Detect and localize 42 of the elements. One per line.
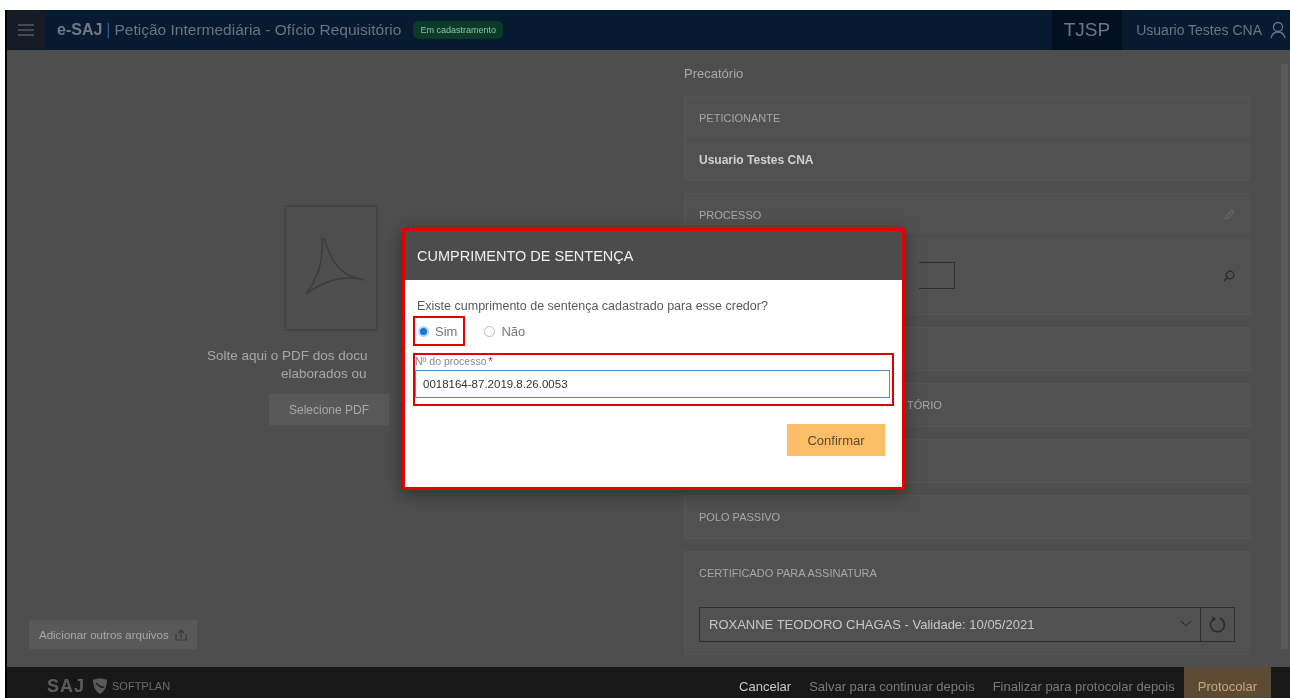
shield-logo-icon (91, 677, 109, 695)
search-icon[interactable] (1223, 269, 1235, 282)
process-number-field[interactable]: 0018164-87.2019.8.26.0053 (415, 370, 890, 398)
drop-instructions: elaborados ou (281, 366, 367, 381)
drop-instructions: Solte aqui o PDF dos docu (207, 348, 368, 363)
radio-option[interactable]: Não (479, 316, 534, 346)
refresh-icon (1208, 615, 1227, 633)
footer-link[interactable]: Cancelar (730, 667, 801, 698)
section-label: PETICIONANTE (699, 112, 781, 124)
user-name[interactable]: Usuario Testes CNA (1136, 22, 1262, 38)
section-label: TÓRIO (907, 399, 942, 411)
dialog-title: CUMPRIMENTO DE SENTENÇA (417, 247, 634, 264)
field-label: Nº do processo (415, 355, 487, 367)
menu-icon (18, 24, 34, 36)
chevron-down-icon (1180, 620, 1192, 628)
upload-icon (174, 628, 187, 641)
dropdown-value: ROXANNE TEODORO CHAGAS - Validade: 10/05/2021 (709, 616, 1035, 632)
radio-button-icon (484, 325, 496, 337)
section-label: POLO PASSIVO (699, 511, 781, 523)
add-files-button[interactable]: Adicionar outros arquivos (29, 620, 197, 649)
court-logo: TJSP (1051, 10, 1123, 50)
section-label: PROCESSO (699, 209, 762, 221)
select-pdf-button[interactable]: Selecione PDF (269, 394, 389, 425)
petitioner-name: Usuario Testes CNA (699, 153, 814, 167)
input-field[interactable] (919, 262, 955, 289)
section-label: CERTIFICADO PARA ASSINATURA (699, 567, 877, 579)
radio-option[interactable]: Sim (413, 316, 466, 346)
radio-button-icon (418, 325, 429, 337)
menu-button[interactable] (7, 10, 45, 50)
user-icon[interactable] (1270, 21, 1286, 39)
form-heading: Precatório (684, 66, 745, 83)
certificate-dropdown[interactable]: ROXANNE TEODORO CHAGAS - Validade: 10/05/2021 (699, 606, 1201, 642)
confirm-button[interactable]: Confirmar (787, 424, 885, 456)
title-separator: | (106, 21, 111, 39)
saj-logo: SAJ (47, 675, 85, 697)
page-title: Petição Intermediária - Ofício Requisitório (114, 21, 402, 39)
status-badge: Em cadastramento (413, 21, 503, 39)
refresh-button[interactable] (1201, 606, 1235, 642)
required-mark: * (488, 355, 493, 367)
dialog-question: Existe cumprimento de sentença cadastrado para esse credor? (417, 299, 769, 313)
app-brand: e-SAJ (57, 21, 103, 39)
softplan-logo: SOFTPLAN (112, 680, 171, 692)
